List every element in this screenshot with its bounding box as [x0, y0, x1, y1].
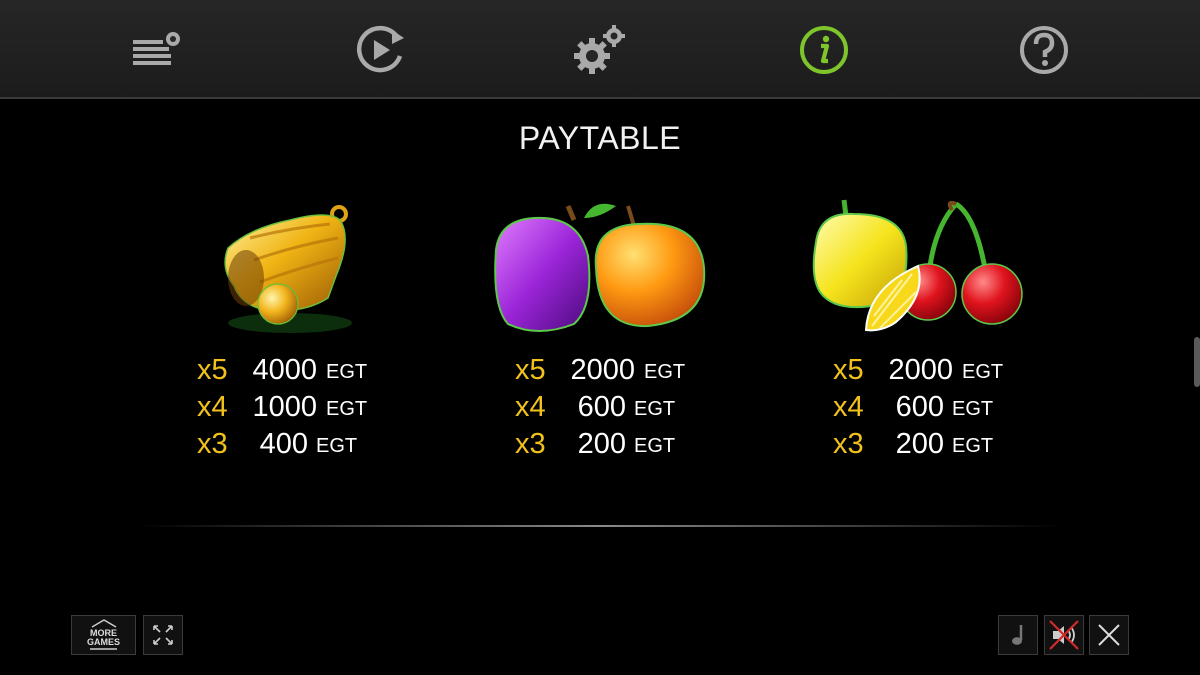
payout-amount: 2000 [570, 354, 635, 386]
help-icon [1020, 26, 1068, 74]
currency: EGT [952, 435, 994, 457]
multiplier: x4 [515, 391, 546, 423]
payout-row: x4 600 EGT [515, 389, 715, 426]
info-button[interactable] [796, 22, 852, 78]
settings-gear-icon [574, 25, 625, 74]
info-icon [800, 26, 848, 74]
underline-icon [90, 648, 117, 650]
payout-amount: 400 [259, 428, 308, 460]
music-button[interactable] [998, 615, 1038, 655]
paytable-bell-payouts: x5 4000 EGT x4 1000 EGT x3 400 EGT [197, 352, 397, 463]
multiplier: x3 [833, 428, 864, 460]
multiplier: x5 [833, 354, 864, 386]
multiplier: x3 [197, 428, 228, 460]
payout-amount: 200 [895, 428, 944, 460]
autoplay-button[interactable] [352, 22, 408, 78]
currency: EGT [326, 398, 368, 420]
payout-amount: 4000 [252, 354, 317, 386]
close-icon [1098, 624, 1120, 646]
currency: EGT [644, 361, 686, 383]
lemon-cherry-icon [812, 199, 1023, 332]
currency: EGT [326, 361, 368, 383]
settings-button[interactable] [572, 22, 628, 78]
multiplier: x4 [197, 391, 228, 423]
bell-symbol [210, 198, 370, 338]
currency: EGT [316, 435, 358, 457]
currency: EGT [634, 435, 676, 457]
payout-row: x4 600 EGT [833, 389, 1033, 426]
payout-row: x4 1000 EGT [197, 389, 397, 426]
paytable-settings-icon [133, 32, 180, 65]
plum-orange-symbol [488, 196, 713, 336]
paytable-title: PAYTABLE [518, 120, 682, 156]
currency: EGT [634, 398, 676, 420]
currency: EGT [962, 361, 1004, 383]
section-divider [140, 525, 1060, 527]
bell-icon [224, 205, 352, 333]
multiplier: x5 [197, 354, 228, 386]
scrollbar-thumb[interactable] [1194, 337, 1200, 387]
payout-row: x5 2000 EGT [833, 352, 1033, 389]
multiplier: x5 [515, 354, 546, 386]
payout-row: x3 200 EGT [833, 426, 1033, 463]
payout-row: x3 400 EGT [197, 426, 397, 463]
paytable-settings-button[interactable] [130, 22, 186, 78]
payout-row: x3 200 EGT [515, 426, 715, 463]
speaker-muted-icon [1049, 620, 1079, 650]
lemon-cherry-symbol [806, 196, 1031, 336]
payout-amount: 200 [577, 428, 626, 460]
autoplay-icon [356, 25, 404, 73]
fullscreen-icon [153, 625, 173, 645]
payout-amount: 2000 [888, 354, 953, 386]
top-menu-bar [0, 0, 1200, 99]
plum-orange-icon [494, 203, 706, 332]
currency: EGT [952, 398, 994, 420]
music-note-icon [1012, 625, 1023, 645]
paytable-plum-orange-payouts: x5 2000 EGT x4 600 EGT x3 200 EGT [515, 352, 715, 463]
close-button[interactable] [1089, 615, 1129, 655]
multiplier: x4 [833, 391, 864, 423]
fullscreen-button[interactable] [143, 615, 183, 655]
sound-mute-button[interactable] [1044, 615, 1084, 655]
paytable-lemon-cherry-payouts: x5 2000 EGT x4 600 EGT x3 200 EGT [833, 352, 1033, 463]
payout-row: x5 4000 EGT [197, 352, 397, 389]
payout-amount: 600 [577, 391, 626, 423]
payout-row: x5 2000 EGT [515, 352, 715, 389]
multiplier: x3 [515, 428, 546, 460]
payout-amount: 600 [895, 391, 944, 423]
more-games-button[interactable]: MORE GAMES [71, 615, 136, 655]
payout-amount: 1000 [252, 391, 317, 423]
help-button[interactable] [1016, 22, 1072, 78]
